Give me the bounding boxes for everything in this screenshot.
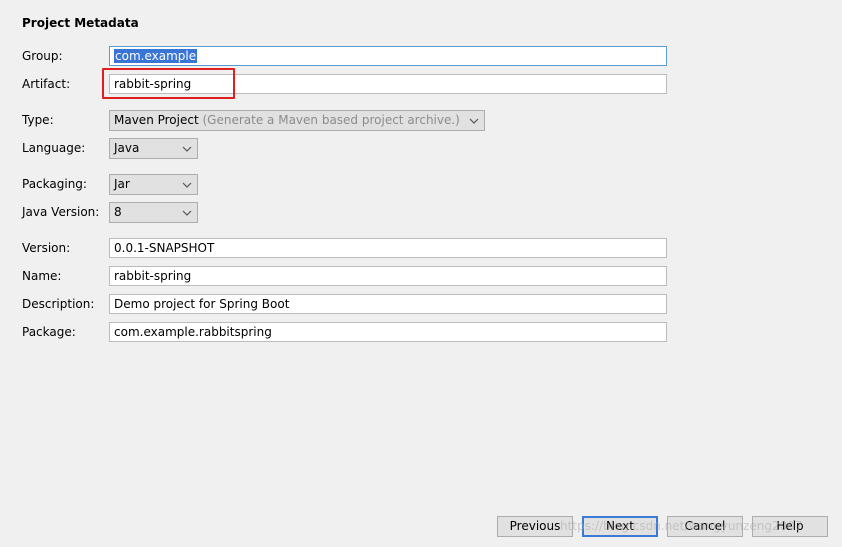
type-hint: (Generate a Maven based project archive.… [202,113,460,127]
name-label: Name: [22,269,62,283]
type-label: Type: [22,113,54,127]
group-field[interactable]: com.example [109,46,667,66]
chevron-down-icon [181,175,193,194]
watermark-text: https://blog.csdn.net/wangyunzeng2007 [560,519,803,533]
group-label: Group: [22,49,63,63]
language-dropdown[interactable]: Java [109,138,198,159]
chevron-down-icon [181,203,193,222]
description-field[interactable]: Demo project for Spring Boot [109,294,667,314]
java-version-label: Java Version: [22,205,100,219]
package-value: com.example.rabbitspring [114,325,272,339]
artifact-label: Artifact: [22,77,71,91]
description-value: Demo project for Spring Boot [114,297,290,311]
language-value: Java [114,141,140,155]
version-value: 0.0.1-SNAPSHOT [114,241,215,255]
chevron-down-icon [468,111,480,130]
java-version-value: 8 [114,205,122,219]
description-label: Description: [22,297,95,311]
name-field[interactable]: rabbit-spring [109,266,667,286]
name-value: rabbit-spring [114,269,192,283]
section-title: Project Metadata [22,16,139,30]
version-label: Version: [22,241,71,255]
type-dropdown[interactable]: Maven Project (Generate a Maven based pr… [109,110,485,131]
packaging-label: Packaging: [22,177,87,191]
chevron-down-icon [181,139,193,158]
package-label: Package: [22,325,76,339]
version-field[interactable]: 0.0.1-SNAPSHOT [109,238,667,258]
package-field[interactable]: com.example.rabbitspring [109,322,667,342]
java-version-dropdown[interactable]: 8 [109,202,198,223]
type-value: Maven Project [114,113,199,127]
language-label: Language: [22,141,86,155]
group-value: com.example [114,49,198,63]
artifact-highlight-box [102,68,235,99]
packaging-dropdown[interactable]: Jar [109,174,198,195]
packaging-value: Jar [114,177,130,191]
